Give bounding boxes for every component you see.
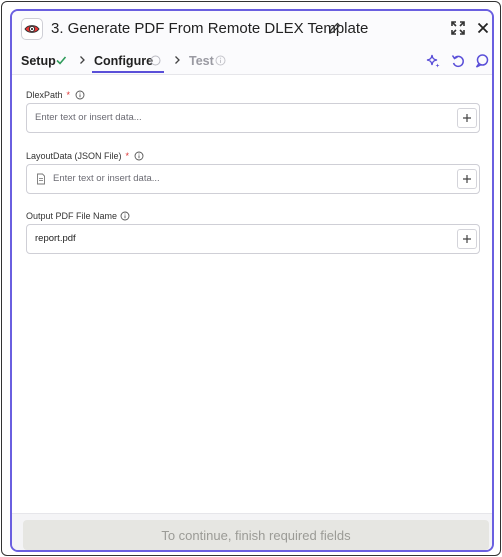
output-pdf-input[interactable]: report.pdf xyxy=(26,224,480,254)
chevron-right-icon xyxy=(175,56,180,64)
expand-icon[interactable] xyxy=(450,20,466,36)
info-icon xyxy=(150,55,161,66)
window-frame: 3. Generate PDF From Remote DLEX Templat… xyxy=(1,1,501,556)
field-label-layoutdata: LayoutData (JSON File) * xyxy=(26,151,129,161)
info-icon xyxy=(215,55,226,66)
close-icon[interactable] xyxy=(475,20,491,36)
field-label-output-pdf: Output PDF File Name xyxy=(26,211,117,221)
eye-icon xyxy=(21,18,43,40)
insert-data-button[interactable] xyxy=(457,169,477,189)
step-panel: 3. Generate PDF From Remote DLEX Templat… xyxy=(10,9,494,552)
undo-icon[interactable] xyxy=(450,53,466,69)
layoutdata-placeholder: Enter text or insert data... xyxy=(53,173,160,184)
layoutdata-input[interactable]: Enter text or insert data... xyxy=(26,164,480,194)
plus-icon xyxy=(463,114,471,122)
comment-icon[interactable] xyxy=(474,53,490,69)
chevron-right-icon xyxy=(80,56,85,64)
field-label-text: LayoutData (JSON File) xyxy=(26,151,122,161)
required-marker: * xyxy=(125,151,130,161)
info-icon[interactable] xyxy=(134,151,144,161)
check-icon xyxy=(56,56,67,65)
dlexpath-placeholder: Enter text or insert data... xyxy=(35,112,142,123)
tab-configure[interactable]: Configure xyxy=(94,54,153,68)
document-icon xyxy=(37,173,45,185)
info-icon[interactable] xyxy=(120,211,130,221)
continue-button[interactable]: To continue, finish required fields xyxy=(23,520,489,550)
sparkle-icon[interactable] xyxy=(425,53,441,69)
active-tab-indicator xyxy=(92,71,164,73)
field-label-text: DlexPath xyxy=(26,90,63,100)
page-title: 3. Generate PDF From Remote DLEX Templat… xyxy=(51,20,369,37)
field-label-dlexpath: DlexPath * xyxy=(26,90,70,100)
tab-test[interactable]: Test xyxy=(189,54,214,68)
field-label-text: Output PDF File Name xyxy=(26,211,118,221)
insert-data-button[interactable] xyxy=(457,108,477,128)
step-tabs: Setup Configure Test xyxy=(12,47,492,75)
insert-data-button[interactable] xyxy=(457,229,477,249)
dlexpath-input[interactable]: Enter text or insert data... xyxy=(26,103,480,133)
output-pdf-value: report.pdf xyxy=(35,233,76,244)
plus-icon xyxy=(463,175,471,183)
tab-setup[interactable]: Setup xyxy=(21,54,56,68)
plus-icon xyxy=(463,235,471,243)
panel-footer: To continue, finish required fields xyxy=(12,513,492,550)
info-icon[interactable] xyxy=(75,90,85,100)
pencil-icon[interactable] xyxy=(328,21,342,35)
panel-header: 3. Generate PDF From Remote DLEX Templat… xyxy=(12,11,492,47)
required-marker: * xyxy=(66,90,71,100)
